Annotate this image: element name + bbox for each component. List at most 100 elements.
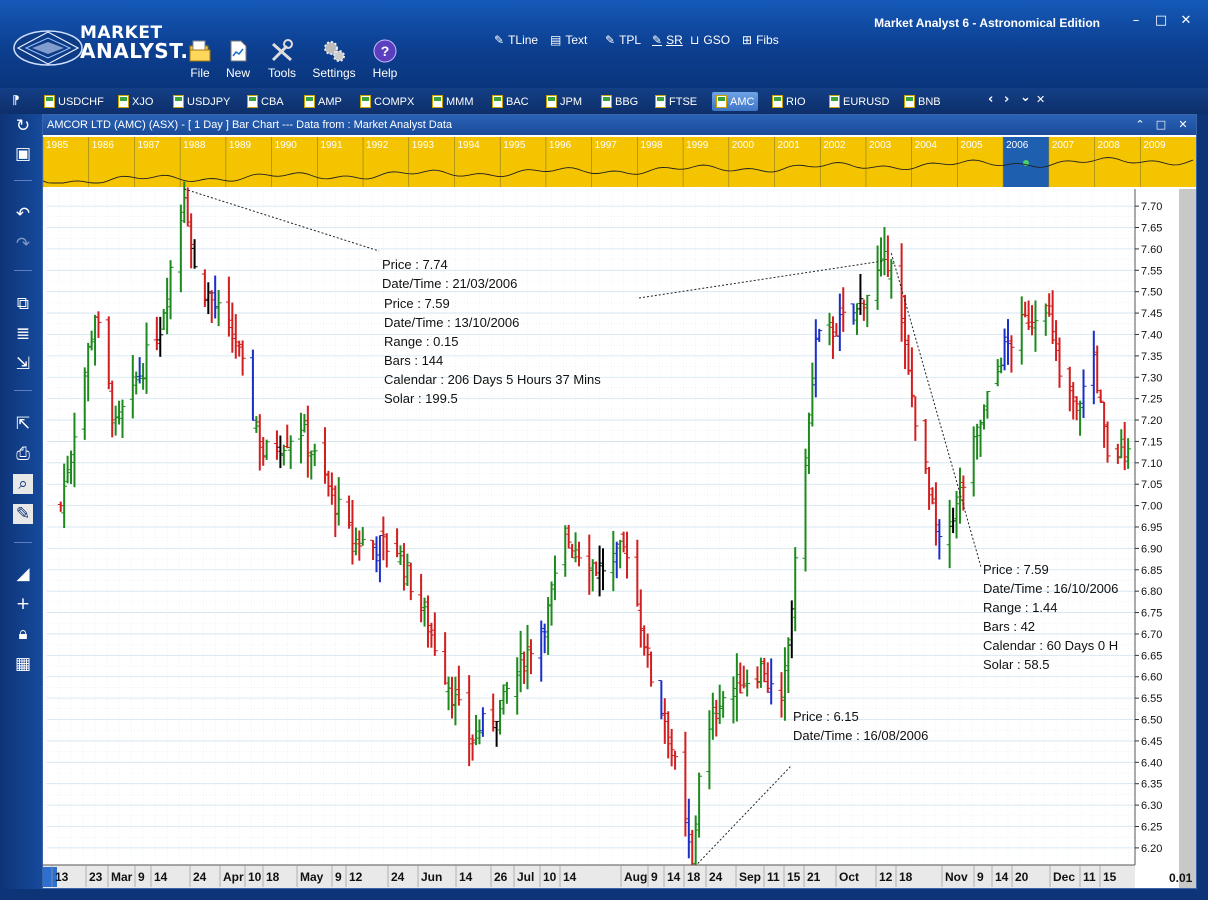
eraser-icon[interactable]: ◢: [13, 564, 33, 584]
annotation-text: Calendar : 206 Days 5 Hours 37 Mins: [384, 372, 601, 387]
tab-usdjpy[interactable]: USDJPY: [169, 92, 234, 111]
date-tick-label: 13: [55, 870, 69, 884]
tab-bnb[interactable]: BNB: [900, 92, 945, 111]
tab-cba[interactable]: CBA: [243, 92, 288, 111]
tab-amc[interactable]: AMC: [712, 92, 759, 111]
date-tick-label: 12: [349, 870, 363, 884]
redo-icon[interactable]: ↷: [13, 234, 33, 254]
close-chart-icon[interactable]: ✕: [1174, 117, 1192, 133]
price-tick-label: 7.10: [1141, 458, 1162, 470]
tab-compx[interactable]: COMPX: [356, 92, 418, 111]
collapse-icon[interactable]: ⌃: [1131, 117, 1149, 133]
date-tick-label: 15: [1103, 870, 1117, 884]
page-tab-bar: ⁋ USDCHF XJO USDJPY CBA AMP COMPX MMM BA…: [0, 88, 1208, 197]
overview-year-label: 1988: [183, 140, 206, 151]
tab-label: COMPX: [374, 95, 415, 108]
date-tick-label: 24: [193, 870, 207, 884]
tline-tool[interactable]: ✎ TLine: [494, 33, 538, 47]
tab-label: FTSE: [669, 95, 698, 108]
price-tick-label: 6.70: [1141, 629, 1162, 641]
text-tool[interactable]: ▤ Text: [550, 33, 587, 47]
export-icon[interactable]: ⇱: [13, 414, 33, 434]
tools-button[interactable]: Tools: [254, 38, 310, 80]
lock-icon[interactable]: 🔒︎: [13, 624, 33, 644]
chart-window: AMCOR LTD (AMC) (ASX) - [ 1 Day ] Bar Ch…: [42, 114, 1197, 889]
maximize-button[interactable]: □: [1151, 12, 1171, 30]
overview-year-label: 2009: [1143, 140, 1166, 151]
date-tick-label: Sep: [739, 870, 761, 884]
tab-eurusd[interactable]: EURUSD: [825, 92, 893, 111]
chart-page-icon: [601, 95, 612, 108]
tab-amp[interactable]: AMP: [300, 92, 346, 111]
date-tick-label: 9: [335, 870, 342, 884]
help-icon: ?: [373, 39, 397, 63]
date-tick-label: 9: [651, 870, 658, 884]
settings-button[interactable]: Settings: [306, 38, 362, 80]
sr-tool[interactable]: ✎ SR: [652, 33, 683, 47]
undo-icon[interactable]: ↶: [13, 204, 33, 224]
restore-icon[interactable]: □: [1152, 117, 1170, 133]
layers-icon[interactable]: ≣: [13, 324, 33, 344]
tab-rio[interactable]: RIO: [768, 92, 810, 111]
price-tick-label: 7.45: [1141, 308, 1162, 320]
tab-label: BBG: [615, 95, 639, 108]
annotation-text: Solar : 58.5: [983, 657, 1050, 672]
price-chart[interactable]: 1985 1986 1987 1988 1989 1990 1991 1992 1993 1994…: [43, 135, 1196, 888]
tab-bac[interactable]: BAC: [488, 92, 533, 111]
tab-bbg[interactable]: BBG: [597, 92, 642, 111]
tab-next-button[interactable]: ›: [1004, 92, 1009, 107]
tab-label: AMP: [318, 95, 342, 108]
wrench-icon[interactable]: ✎: [13, 504, 33, 524]
date-tick-label: 18: [899, 870, 913, 884]
tab-prev-button[interactable]: ‹: [988, 92, 993, 107]
overview-year-label: 1985: [46, 140, 69, 151]
chart-page-icon: [44, 95, 55, 108]
tab-mmm[interactable]: MMM: [428, 92, 478, 111]
tab-ftse[interactable]: FTSE: [651, 92, 701, 111]
tab-menu-icon[interactable]: ⁋: [12, 93, 20, 107]
tab-label: USDCHF: [58, 95, 104, 108]
print-icon[interactable]: ⎙: [13, 444, 33, 464]
annotation-text: Date/Time : 21/03/2006: [382, 276, 517, 291]
tab-xjo[interactable]: XJO: [114, 92, 157, 111]
grid-icon[interactable]: ▦: [13, 654, 33, 674]
date-axis: 13 23 Mar 9 14 24 Apr 10 18 May 9 12 24 Jun 14 26 Jul 10 1…: [43, 864, 1193, 888]
window-title: Market Analyst 6 - Astronomical Edition: [874, 16, 1100, 30]
help-button[interactable]: ? Help: [357, 38, 413, 80]
copy-icon[interactable]: ⧉: [13, 294, 33, 314]
tab-usdchf[interactable]: USDCHF: [40, 92, 108, 111]
price-tick-label: 7.40: [1141, 329, 1162, 341]
select-icon[interactable]: ⇲: [13, 354, 33, 374]
overview-year-label: 1992: [366, 140, 389, 151]
date-tick-label: Nov: [945, 870, 968, 884]
close-button[interactable]: ✕: [1176, 12, 1196, 30]
date-tick-label: 18: [266, 870, 280, 884]
tab-label: MMM: [446, 95, 474, 108]
chart-page-icon: [118, 95, 129, 108]
overview-year-label: 1991: [320, 140, 343, 151]
overview-year-label: 1987: [137, 140, 160, 151]
svg-text:?: ?: [381, 43, 390, 59]
toolbar-divider: [14, 270, 32, 271]
date-tick-label: 23: [89, 870, 103, 884]
date-tick-label: Apr: [223, 870, 244, 884]
crosshair-icon[interactable]: +: [13, 594, 33, 614]
gears-icon: [324, 41, 345, 62]
minimize-button[interactable]: –: [1126, 12, 1146, 30]
gso-tool[interactable]: ⊔ GSO: [690, 33, 730, 47]
fibs-tool[interactable]: ⊞ Fibs: [742, 33, 779, 47]
tab-close-button[interactable]: ✕: [1036, 93, 1045, 106]
tab-jpm[interactable]: JPM: [542, 92, 586, 111]
tab-list-button[interactable]: ⌄: [1020, 90, 1031, 105]
refresh-icon[interactable]: ↻: [13, 116, 33, 136]
price-tick-label: 6.95: [1141, 522, 1162, 534]
price-tick-label: 7.25: [1141, 394, 1162, 406]
price-tick-label: 6.45: [1141, 736, 1162, 748]
save-icon[interactable]: ▣: [13, 144, 33, 164]
pencil-icon: ✎: [605, 33, 616, 47]
overview-year-label: 2004: [915, 140, 938, 151]
zoom-icon[interactable]: ⌕: [13, 474, 33, 494]
tpl-tool[interactable]: ✎ TPL: [605, 33, 641, 47]
date-tick-label: 21: [807, 870, 821, 884]
overview-year-label: 2008: [1098, 140, 1121, 151]
